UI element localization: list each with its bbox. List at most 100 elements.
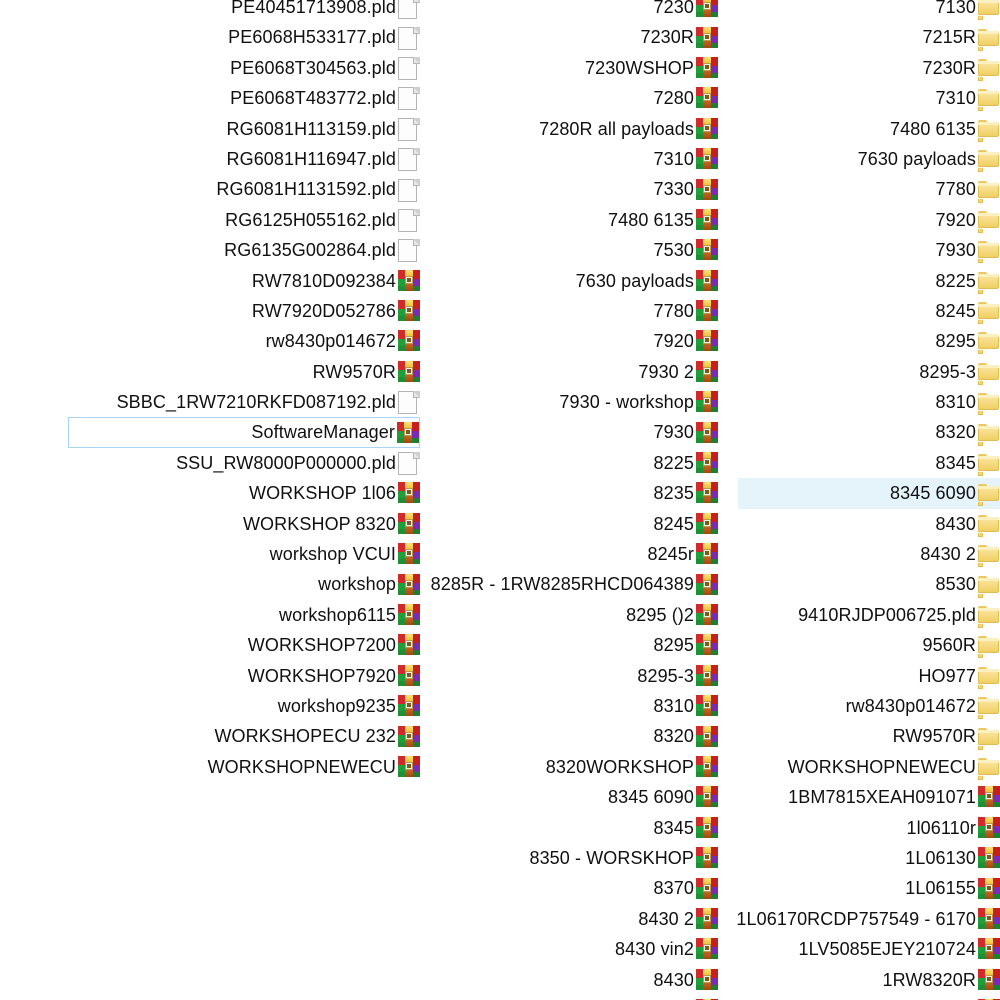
file-list-item[interactable]: 7920: [718, 205, 1000, 235]
file-list-item[interactable]: RW9570R: [0, 357, 420, 387]
file-list-item[interactable]: 1BM7815XEAH091071: [718, 782, 1000, 812]
file-list-item[interactable]: 7780: [420, 296, 718, 326]
file-list-item[interactable]: 8245r: [420, 539, 718, 569]
file-list-item[interactable]: PE40451713908.pld: [0, 0, 420, 22]
file-list-item[interactable]: [420, 995, 718, 1000]
file-list-item[interactable]: WORKSHOP7200: [0, 630, 420, 660]
file-list-item[interactable]: 8295: [718, 326, 1000, 356]
file-list-item[interactable]: WORKSHOPNEWECU: [0, 752, 420, 782]
file-list-item[interactable]: RW9570R: [718, 721, 1000, 751]
file-list-item[interactable]: 8310: [718, 387, 1000, 417]
file-list-item[interactable]: 8225: [718, 266, 1000, 296]
file-list-item[interactable]: 7630 payloads: [718, 144, 1000, 174]
file-list-item[interactable]: 7280: [420, 83, 718, 113]
file-list-item[interactable]: 7920: [420, 326, 718, 356]
file-list-item[interactable]: 7480 6135: [718, 114, 1000, 144]
file-list-item[interactable]: 7930: [718, 235, 1000, 265]
file-list-item[interactable]: 7930 - workshop: [420, 387, 718, 417]
file-list-item[interactable]: 8345 6090: [738, 478, 1000, 509]
file-list-item[interactable]: PE6068T304563.pld: [0, 53, 420, 83]
file-list-item[interactable]: 7530: [420, 235, 718, 265]
file-list-item[interactable]: workshop6115: [0, 600, 420, 630]
file-list-item[interactable]: SoftwareManager: [68, 417, 420, 448]
file-list-item[interactable]: 7330: [420, 174, 718, 204]
file-list-item[interactable]: RG6125H055162.pld: [0, 205, 420, 235]
file-list-item[interactable]: 1L06130: [718, 843, 1000, 873]
file-list-item[interactable]: WORKSHOP 8320: [0, 509, 420, 539]
file-list-item[interactable]: 7215R: [718, 22, 1000, 52]
file-list-item[interactable]: [718, 995, 1000, 1000]
file-list-item[interactable]: 8295-3: [718, 357, 1000, 387]
file-list-item[interactable]: 7230R: [718, 53, 1000, 83]
file-list-item[interactable]: 8430 2: [718, 539, 1000, 569]
file-list-item[interactable]: PE6068T483772.pld: [0, 83, 420, 113]
file-list-item[interactable]: RG6135G002864.pld: [0, 235, 420, 265]
file-list-item[interactable]: 8430: [420, 965, 718, 995]
file-list-item[interactable]: 8285R - 1RW8285RHCD064389: [420, 569, 718, 599]
file-list-item[interactable]: 8530: [718, 569, 1000, 599]
file-list-item[interactable]: 7230R: [420, 22, 718, 52]
file-list-item[interactable]: 8245: [718, 296, 1000, 326]
file-list-item[interactable]: 7310: [718, 83, 1000, 113]
file-list-item[interactable]: 8310: [420, 691, 718, 721]
file-list-item[interactable]: RW7920D052786: [0, 296, 420, 326]
file-list-item[interactable]: RG6081H113159.pld: [0, 114, 420, 144]
file-list-item[interactable]: WORKSHOP7920: [0, 661, 420, 691]
file-list-item[interactable]: 8320: [420, 721, 718, 751]
file-list-item[interactable]: rw8430p014672: [0, 326, 420, 356]
file-list-item[interactable]: 7280R all payloads: [420, 114, 718, 144]
file-list-item[interactable]: 8345 6090: [420, 782, 718, 812]
file-list-item[interactable]: workshop9235: [0, 691, 420, 721]
file-list-item[interactable]: 8430 2: [420, 904, 718, 934]
file-list-item[interactable]: 8370: [420, 873, 718, 903]
file-list-item[interactable]: PE6068H533177.pld: [0, 22, 420, 52]
file-list-item[interactable]: workshop VCUI: [0, 539, 420, 569]
file-list-item[interactable]: HO977: [718, 661, 1000, 691]
file-name-label: PE6068T304563.pld: [230, 57, 396, 78]
file-name-label: 7480 6135: [608, 209, 694, 230]
file-list-item[interactable]: 1RW8320R: [718, 965, 1000, 995]
file-list-item[interactable]: 1l06110r: [718, 813, 1000, 843]
file-list-item[interactable]: 8225: [420, 448, 718, 478]
file-list-item[interactable]: SBBC_1RW7210RKFD087192.pld: [0, 387, 420, 417]
file-list-item[interactable]: 8295-3: [420, 661, 718, 691]
winrar-archive-icon: [398, 482, 420, 504]
file-list-item[interactable]: RG6081H116947.pld: [0, 144, 420, 174]
file-list-item[interactable]: WORKSHOPECU 232: [0, 721, 420, 751]
winrar-archive-icon: [398, 695, 420, 717]
file-list-item[interactable]: 7480 6135: [420, 205, 718, 235]
file-list-item[interactable]: 8350 - WORSKHOP: [420, 843, 718, 873]
file-list-item[interactable]: 1L06170RCDP757549 - 6170: [718, 904, 1000, 934]
file-name-label: HO977: [918, 665, 976, 686]
file-list-item[interactable]: 7930: [420, 417, 718, 447]
file-list-item[interactable]: SSU_RW8000P000000.pld: [0, 448, 420, 478]
file-list-item[interactable]: 8245: [420, 509, 718, 539]
file-list-item[interactable]: 8430 vin2: [420, 934, 718, 964]
file-list-item[interactable]: RG6081H1131592.pld: [0, 174, 420, 204]
file-name-label: 1L06170RCDP757549 - 6170: [736, 908, 976, 929]
file-list-item[interactable]: RW7810D092384: [0, 266, 420, 296]
file-list-item[interactable]: 7930 2: [420, 357, 718, 387]
file-list-item[interactable]: 7310: [420, 144, 718, 174]
file-list-item[interactable]: 9560R: [718, 630, 1000, 660]
file-list-item[interactable]: 8345: [718, 448, 1000, 478]
file-list-item[interactable]: 7230: [420, 0, 718, 22]
file-list-item[interactable]: rw8430p014672: [718, 691, 1000, 721]
file-list-item[interactable]: 8430: [718, 509, 1000, 539]
file-list-item[interactable]: 8320WORKSHOP: [420, 752, 718, 782]
file-list-item[interactable]: WORKSHOP 1l06: [0, 478, 420, 508]
file-list-item[interactable]: 7630 payloads: [420, 266, 718, 296]
file-list-item[interactable]: 1LV5085EJEY210724: [718, 934, 1000, 964]
file-list-item[interactable]: 7780: [718, 174, 1000, 204]
file-list-item[interactable]: 8235: [420, 478, 718, 508]
file-list-item[interactable]: 9410RJDP006725.pld: [718, 600, 1000, 630]
file-list-item[interactable]: 8345: [420, 813, 718, 843]
file-list-item[interactable]: 7230WSHOP: [420, 53, 718, 83]
file-list-item[interactable]: WORKSHOPNEWECU: [718, 752, 1000, 782]
file-list-item[interactable]: workshop: [0, 569, 420, 599]
file-list-item[interactable]: 7130: [718, 0, 1000, 22]
file-list-item[interactable]: 8295 ()2: [420, 600, 718, 630]
file-list-item[interactable]: 8320: [718, 417, 1000, 447]
file-list-item[interactable]: 1L06155: [718, 873, 1000, 903]
file-list-item[interactable]: 8295: [420, 630, 718, 660]
